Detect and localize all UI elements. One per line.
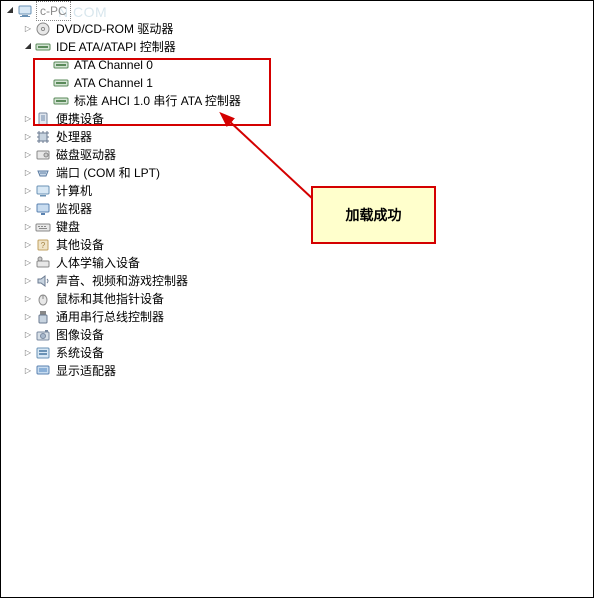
tree-category[interactable]: ▷ 处理器 bbox=[4, 128, 594, 146]
item-label: ATA Channel 0 bbox=[72, 56, 155, 74]
sound-icon bbox=[35, 273, 51, 289]
imaging-icon bbox=[35, 327, 51, 343]
tree-category[interactable]: ▷ 计算机 bbox=[4, 182, 594, 200]
tree-category[interactable]: ▷ 图像设备 bbox=[4, 326, 594, 344]
mouse-icon bbox=[35, 291, 51, 307]
expand-icon[interactable]: ▷ bbox=[22, 113, 34, 125]
display-icon bbox=[35, 363, 51, 379]
system-icon bbox=[35, 345, 51, 361]
tree-category[interactable]: ▷ DVD/CD-ROM 驱动器 bbox=[4, 20, 594, 38]
tree-category[interactable]: ▷ 人体学输入设备 bbox=[4, 254, 594, 272]
svg-text:?: ? bbox=[41, 241, 46, 250]
device-tree: ◢ c-PC ▷ DVD/CD-ROM 驱动器 ◢ IDE ATA/ATAPI … bbox=[0, 0, 594, 380]
callout-text: 加载成功 bbox=[346, 205, 402, 225]
expand-icon[interactable]: ▷ bbox=[22, 329, 34, 341]
category-label: 人体学输入设备 bbox=[54, 254, 142, 272]
usb-icon bbox=[35, 309, 51, 325]
tree-category[interactable]: ▷ 监视器 bbox=[4, 200, 594, 218]
category-label: 声音、视频和游戏控制器 bbox=[54, 272, 190, 290]
tree-category[interactable]: ▷ 磁盘驱动器 bbox=[4, 146, 594, 164]
computer-icon bbox=[35, 183, 51, 199]
other-icon: ? bbox=[35, 237, 51, 253]
ide-channel-icon bbox=[53, 57, 69, 73]
category-label: 磁盘驱动器 bbox=[54, 146, 118, 164]
expand-icon[interactable]: ▷ bbox=[22, 167, 34, 179]
expand-icon[interactable]: ▷ bbox=[22, 221, 34, 233]
monitor-icon bbox=[35, 201, 51, 217]
tree-item[interactable]: ▷ 标准 AHCI 1.0 串行 ATA 控制器 bbox=[4, 92, 594, 110]
category-label: DVD/CD-ROM 驱动器 bbox=[54, 20, 175, 38]
expand-icon[interactable]: ▷ bbox=[22, 185, 34, 197]
category-label: 便携设备 bbox=[54, 110, 106, 128]
expand-icon[interactable]: ▷ bbox=[22, 275, 34, 287]
collapse-icon[interactable]: ◢ bbox=[22, 40, 34, 52]
category-label: 显示适配器 bbox=[54, 362, 118, 380]
expand-icon[interactable]: ▷ bbox=[22, 293, 34, 305]
tree-category[interactable]: ▷ 键盘 bbox=[4, 218, 594, 236]
expand-icon[interactable]: ▷ bbox=[22, 23, 34, 35]
port-icon bbox=[35, 165, 51, 181]
tree-category[interactable]: ▷ 声音、视频和游戏控制器 bbox=[4, 272, 594, 290]
expand-icon[interactable]: ▷ bbox=[22, 365, 34, 377]
portable-icon bbox=[35, 111, 51, 127]
tree-category[interactable]: ▷ 鼠标和其他指针设备 bbox=[4, 290, 594, 308]
tree-category[interactable]: ▷ 便携设备 bbox=[4, 110, 594, 128]
expand-icon[interactable]: ▷ bbox=[22, 203, 34, 215]
root-label: c-PC bbox=[36, 1, 71, 21]
item-label: ATA Channel 1 bbox=[72, 74, 155, 92]
tree-category[interactable]: ▷ 系统设备 bbox=[4, 344, 594, 362]
disk-icon bbox=[35, 147, 51, 163]
ide-icon bbox=[35, 39, 51, 55]
tree-category[interactable]: ▷ 通用串行总线控制器 bbox=[4, 308, 594, 326]
expand-icon[interactable]: ▷ bbox=[22, 311, 34, 323]
category-label: IDE ATA/ATAPI 控制器 bbox=[54, 38, 178, 56]
expand-icon[interactable]: ◢ bbox=[4, 4, 16, 16]
category-label: 端口 (COM 和 LPT) bbox=[54, 164, 162, 182]
category-label: 其他设备 bbox=[54, 236, 106, 254]
expand-icon[interactable]: ▷ bbox=[22, 257, 34, 269]
expand-icon[interactable]: ▷ bbox=[22, 239, 34, 251]
tree-root[interactable]: ◢ c-PC bbox=[4, 2, 594, 20]
category-label: 计算机 bbox=[54, 182, 94, 200]
dvd-icon bbox=[35, 21, 51, 37]
category-label: 系统设备 bbox=[54, 344, 106, 362]
ide-channel-icon bbox=[53, 93, 69, 109]
tree-category[interactable]: ▷ 端口 (COM 和 LPT) bbox=[4, 164, 594, 182]
expand-icon[interactable]: ▷ bbox=[22, 347, 34, 359]
ide-channel-icon bbox=[53, 75, 69, 91]
hid-icon bbox=[35, 255, 51, 271]
category-label: 通用串行总线控制器 bbox=[54, 308, 166, 326]
expand-icon[interactable]: ▷ bbox=[22, 149, 34, 161]
callout-box: 加载成功 bbox=[311, 186, 436, 244]
category-label: 鼠标和其他指针设备 bbox=[54, 290, 166, 308]
tree-item[interactable]: ▷ ATA Channel 0 bbox=[4, 56, 594, 74]
category-label: 处理器 bbox=[54, 128, 94, 146]
category-label: 键盘 bbox=[54, 218, 82, 236]
item-label: 标准 AHCI 1.0 串行 ATA 控制器 bbox=[72, 92, 243, 110]
expand-icon[interactable]: ▷ bbox=[22, 131, 34, 143]
category-label: 图像设备 bbox=[54, 326, 106, 344]
category-label: 监视器 bbox=[54, 200, 94, 218]
computer-icon bbox=[17, 3, 33, 19]
tree-category[interactable]: ◢ IDE ATA/ATAPI 控制器 bbox=[4, 38, 594, 56]
tree-item[interactable]: ▷ ATA Channel 1 bbox=[4, 74, 594, 92]
keyboard-icon bbox=[35, 219, 51, 235]
cpu-icon bbox=[35, 129, 51, 145]
tree-category[interactable]: ▷ 显示适配器 bbox=[4, 362, 594, 380]
tree-category[interactable]: ▷ ? 其他设备 bbox=[4, 236, 594, 254]
